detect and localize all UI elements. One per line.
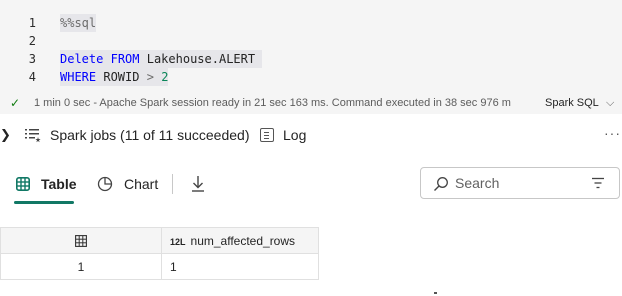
chevron-right-icon[interactable]: ❯ [0, 120, 11, 150]
table-grid-icon [16, 177, 30, 191]
result-table: 12L num_affected_rows 1 1 [0, 227, 319, 280]
line-number: 4 [28, 70, 36, 84]
row-index: 1 [0, 253, 162, 280]
search-box [420, 167, 620, 199]
execution-duration: 1 min 0 sec [34, 97, 91, 109]
spark-jobs-icon [25, 129, 41, 143]
code-text: %%sql [60, 14, 97, 32]
sql-keyword: WHERE [60, 70, 97, 84]
code-line-1: 1 %%sql [0, 14, 622, 32]
check-icon: ✓ [10, 96, 21, 110]
code-line-2: 2 [0, 32, 622, 50]
line-number: 3 [28, 52, 36, 66]
sql-magic: %%sql [60, 16, 97, 30]
line-number: 1 [28, 16, 36, 30]
download-icon[interactable] [190, 174, 206, 194]
sql-operator: > [146, 70, 154, 84]
spark-jobs-row: ❯ Spark jobs (11 of 11 succeeded) Log ··… [0, 120, 622, 150]
more-options-icon[interactable]: ··· [604, 118, 621, 148]
tab-table[interactable]: Table [14, 166, 77, 204]
select-all-cell[interactable] [0, 227, 162, 254]
mouse-cursor-fragment [434, 292, 437, 294]
column-type-badge: 12L [170, 236, 186, 247]
sql-number: 2 [161, 70, 169, 84]
search-input[interactable] [455, 172, 585, 194]
tab-chart-label: Chart [124, 176, 159, 192]
execution-status-bar: ✓ 1 min 0 sec - Apache Spark session rea… [0, 92, 622, 114]
filter-icon[interactable] [591, 177, 605, 189]
code-text: WHERE ROWID > 2 [60, 68, 169, 86]
code-editor[interactable]: 1 %%sql 2 3 Delete FROM Lakehouse.ALERT … [0, 0, 622, 92]
search-icon [434, 177, 448, 191]
sql-table-name: Lakehouse.ALERT [146, 52, 256, 66]
table-cell[interactable]: 1 [161, 253, 319, 280]
language-selector[interactable]: Spark SQL [545, 92, 599, 114]
tab-table-label: Table [41, 176, 77, 192]
code-line-4: 4 WHERE ROWID > 2 [0, 68, 622, 86]
sql-keyword: Delete [60, 52, 104, 66]
spark-jobs-label[interactable]: Spark jobs (11 of 11 succeeded) [50, 120, 250, 150]
table-header-row: 12L num_affected_rows [0, 227, 319, 254]
column-name: num_affected_rows [190, 233, 296, 248]
sql-identifier: ROWID [103, 70, 140, 84]
sql-keyword: FROM [110, 52, 140, 66]
column-header[interactable]: 12L num_affected_rows [161, 227, 319, 254]
pie-chart-icon [97, 176, 113, 192]
toolbar-divider [172, 174, 173, 194]
tab-chart[interactable]: Chart [96, 166, 162, 202]
execution-status-text: 1 min 0 sec - Apache Spark session ready… [34, 92, 536, 114]
active-tab-indicator [14, 201, 74, 204]
execution-message: - Apache Spark session ready in 21 sec 1… [93, 97, 511, 109]
line-number: 2 [28, 34, 36, 48]
table-row: 1 1 [0, 253, 319, 280]
code-text: Delete FROM Lakehouse.ALERT [60, 50, 263, 68]
code-line-3: 3 Delete FROM Lakehouse.ALERT [0, 50, 622, 68]
table-grid-icon [75, 235, 87, 248]
log-icon [260, 128, 274, 142]
log-button[interactable]: Log [283, 120, 306, 150]
chevron-down-icon[interactable]: ⌵ [606, 92, 614, 114]
